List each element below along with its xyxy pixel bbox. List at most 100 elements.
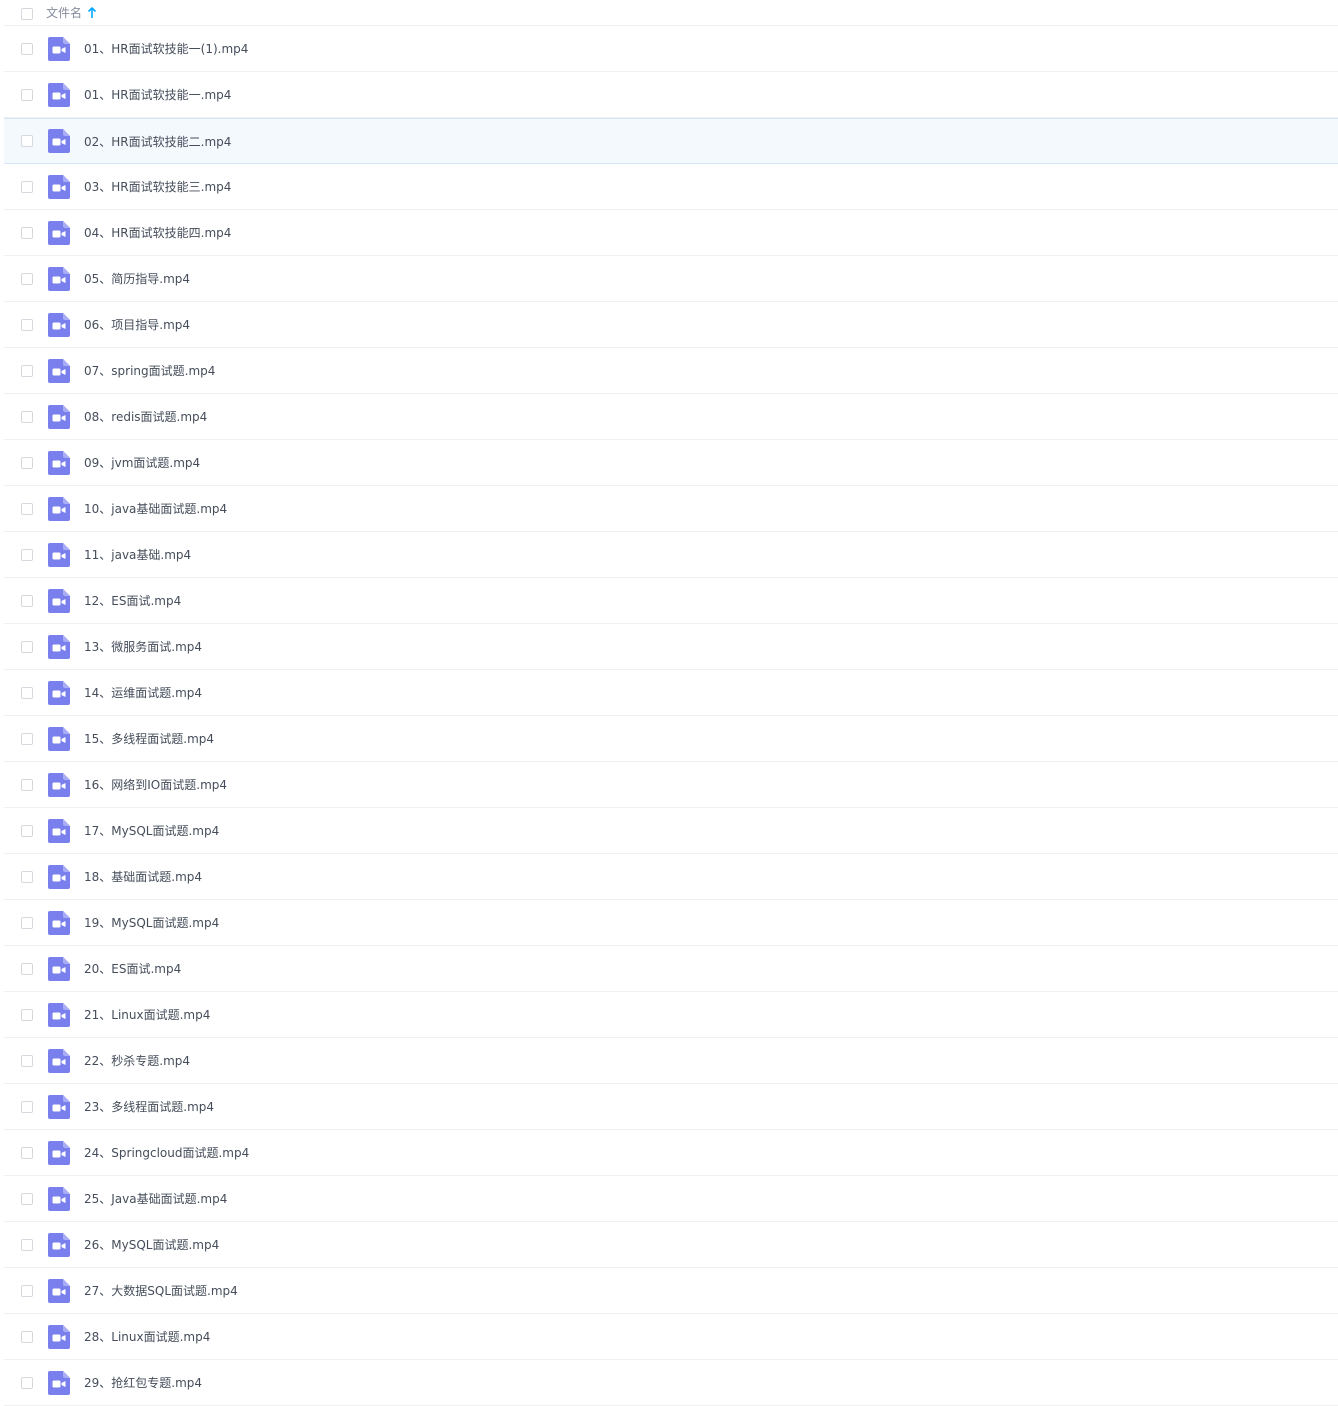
file-name[interactable]: 12、ES面试.mp4 (84, 592, 181, 609)
file-row[interactable]: 21、Linux面试题.mp4 (4, 992, 1338, 1038)
file-name[interactable]: 22、秒杀专题.mp4 (84, 1052, 190, 1069)
file-name[interactable]: 02、HR面试软技能二.mp4 (84, 133, 231, 150)
file-row[interactable]: 07、spring面试题.mp4 (4, 348, 1338, 394)
file-row[interactable]: 25、Java基础面试题.mp4 (4, 1176, 1338, 1222)
file-row-checkbox[interactable] (21, 272, 33, 285)
file-name[interactable]: 06、项目指导.mp4 (84, 316, 190, 333)
file-name[interactable]: 07、spring面试题.mp4 (84, 362, 215, 379)
file-name[interactable]: 19、MySQL面试题.mp4 (84, 914, 219, 931)
file-name[interactable]: 20、ES面试.mp4 (84, 960, 181, 977)
file-row[interactable]: 20、ES面试.mp4 (4, 946, 1338, 992)
file-row[interactable]: 11、java基础.mp4 (4, 532, 1338, 578)
video-file-icon (48, 680, 70, 705)
file-name[interactable]: 03、HR面试软技能三.mp4 (84, 178, 231, 195)
file-row[interactable]: 26、MySQL面试题.mp4 (4, 1222, 1338, 1268)
file-row-checkbox[interactable] (21, 410, 33, 423)
file-name[interactable]: 21、Linux面试题.mp4 (84, 1006, 210, 1023)
video-file-icon (48, 818, 70, 843)
file-row-checkbox[interactable] (21, 1284, 33, 1297)
file-name[interactable]: 27、大数据SQL面试题.mp4 (84, 1282, 238, 1299)
file-row-checkbox[interactable] (21, 548, 33, 561)
file-name[interactable]: 25、Java基础面试题.mp4 (84, 1190, 227, 1207)
file-name[interactable]: 13、微服务面试.mp4 (84, 638, 202, 655)
arrow-up-icon[interactable] (87, 6, 97, 19)
file-row-checkbox[interactable] (21, 1238, 33, 1251)
file-row[interactable]: 27、大数据SQL面试题.mp4 (4, 1268, 1338, 1314)
file-row-checkbox[interactable] (21, 732, 33, 745)
file-row-checkbox[interactable] (21, 1376, 33, 1389)
file-row-checkbox[interactable] (21, 594, 33, 607)
file-name[interactable]: 08、redis面试题.mp4 (84, 408, 207, 425)
file-name[interactable]: 23、多线程面试题.mp4 (84, 1098, 214, 1115)
file-name[interactable]: 11、java基础.mp4 (84, 546, 191, 563)
file-row[interactable]: 13、微服务面试.mp4 (4, 624, 1338, 670)
file-row[interactable]: 01、HR面试软技能一(1).mp4 (4, 26, 1338, 72)
file-row[interactable]: 06、项目指导.mp4 (4, 302, 1338, 348)
file-row[interactable]: 01、HR面试软技能一.mp4 (4, 72, 1338, 118)
file-name[interactable]: 16、网络到IO面试题.mp4 (84, 776, 227, 793)
file-row-checkbox[interactable] (21, 1054, 33, 1067)
file-row[interactable]: 03、HR面试软技能三.mp4 (4, 164, 1338, 210)
file-row-checkbox[interactable] (21, 456, 33, 469)
file-row-checkbox[interactable] (21, 916, 33, 929)
file-name[interactable]: 28、Linux面试题.mp4 (84, 1328, 210, 1345)
video-file-icon (48, 404, 70, 429)
file-row[interactable]: 22、秒杀专题.mp4 (4, 1038, 1338, 1084)
file-row[interactable]: 08、redis面试题.mp4 (4, 394, 1338, 440)
file-row[interactable]: 04、HR面试软技能四.mp4 (4, 210, 1338, 256)
file-name[interactable]: 01、HR面试软技能一.mp4 (84, 86, 231, 103)
file-row[interactable]: 18、基础面试题.mp4 (4, 854, 1338, 900)
file-row[interactable]: 28、Linux面试题.mp4 (4, 1314, 1338, 1360)
file-name[interactable]: 24、Springcloud面试题.mp4 (84, 1144, 249, 1161)
file-row-checkbox[interactable] (21, 1330, 33, 1343)
file-row-checkbox[interactable] (21, 88, 33, 101)
file-row[interactable]: 19、MySQL面试题.mp4 (4, 900, 1338, 946)
file-name[interactable]: 01、HR面试软技能一(1).mp4 (84, 40, 248, 57)
filename-column-header[interactable]: 文件名 (46, 4, 97, 21)
file-row-checkbox[interactable] (21, 1008, 33, 1021)
file-row[interactable]: 23、多线程面试题.mp4 (4, 1084, 1338, 1130)
file-row-checkbox[interactable] (21, 962, 33, 975)
file-row[interactable]: 15、多线程面试题.mp4 (4, 716, 1338, 762)
file-row[interactable]: 24、Springcloud面试题.mp4 (4, 1130, 1338, 1176)
file-row-checkbox[interactable] (21, 318, 33, 331)
file-row-checkbox[interactable] (21, 135, 33, 147)
file-row-checkbox[interactable] (21, 180, 33, 193)
file-name[interactable]: 15、多线程面试题.mp4 (84, 730, 214, 747)
file-row[interactable]: 05、简历指导.mp4 (4, 256, 1338, 302)
file-row-checkbox[interactable] (21, 640, 33, 653)
file-row-checkbox[interactable] (21, 42, 33, 55)
file-name[interactable]: 26、MySQL面试题.mp4 (84, 1236, 219, 1253)
file-name[interactable]: 29、抢红包专题.mp4 (84, 1374, 202, 1391)
file-row[interactable]: 10、java基础面试题.mp4 (4, 486, 1338, 532)
file-name[interactable]: 05、简历指导.mp4 (84, 270, 190, 287)
file-row-checkbox[interactable] (21, 502, 33, 515)
file-name[interactable]: 04、HR面试软技能四.mp4 (84, 224, 231, 241)
file-row[interactable]: 14、运维面试题.mp4 (4, 670, 1338, 716)
video-file-icon (48, 542, 70, 567)
file-row-checkbox[interactable] (21, 1146, 33, 1159)
file-name[interactable]: 09、jvm面试题.mp4 (84, 454, 200, 471)
file-name[interactable]: 17、MySQL面试题.mp4 (84, 822, 219, 839)
file-row[interactable]: 16、网络到IO面试题.mp4 (4, 762, 1338, 808)
video-file-icon (48, 1232, 70, 1257)
select-all-checkbox[interactable] (21, 7, 33, 20)
file-name[interactable]: 10、java基础面试题.mp4 (84, 500, 227, 517)
file-row[interactable]: 12、ES面试.mp4 (4, 578, 1338, 624)
file-row-checkbox[interactable] (21, 870, 33, 883)
file-row-checkbox[interactable] (21, 686, 33, 699)
video-file-icon (48, 358, 70, 383)
file-row-checkbox[interactable] (21, 226, 33, 239)
file-row-checkbox[interactable] (21, 364, 33, 377)
file-row[interactable]: 29、抢红包专题.mp4 (4, 1360, 1338, 1406)
file-row-checkbox[interactable] (21, 824, 33, 837)
file-row-checkbox[interactable] (21, 1192, 33, 1205)
file-row[interactable]: 02、HR面试软技能二.mp4 (4, 118, 1338, 164)
file-row[interactable]: 09、jvm面试题.mp4 (4, 440, 1338, 486)
file-row-checkbox[interactable] (21, 1100, 33, 1113)
file-row[interactable]: 17、MySQL面试题.mp4 (4, 808, 1338, 854)
file-name[interactable]: 14、运维面试题.mp4 (84, 684, 202, 701)
file-row-checkbox[interactable] (21, 778, 33, 791)
video-file-icon (48, 772, 70, 797)
file-name[interactable]: 18、基础面试题.mp4 (84, 868, 202, 885)
